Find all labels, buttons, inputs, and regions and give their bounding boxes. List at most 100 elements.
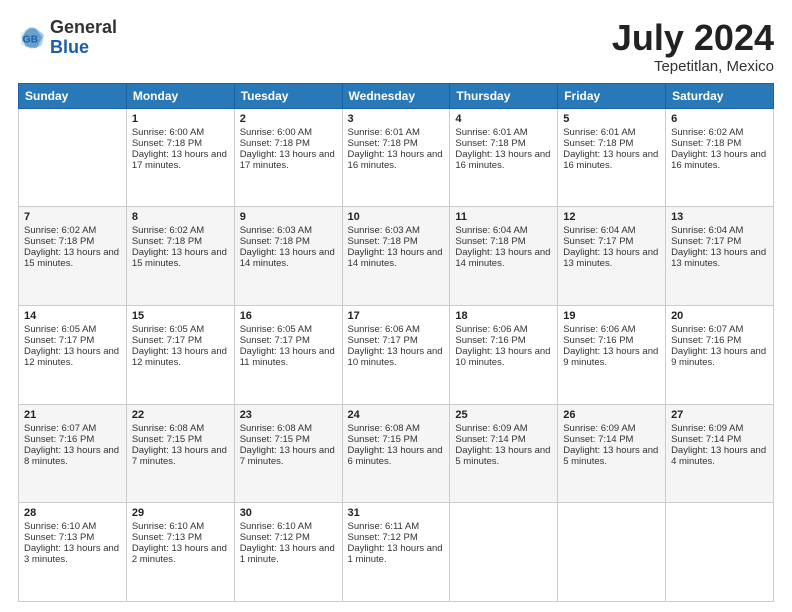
daylight-text: Daylight: 13 hours and 14 minutes. xyxy=(348,247,443,269)
calendar-cell: 14 Sunrise: 6:05 AM Sunset: 7:17 PM Dayl… xyxy=(19,305,127,404)
daylight-text: Daylight: 13 hours and 5 minutes. xyxy=(563,445,658,467)
calendar-cell xyxy=(558,503,666,602)
sunrise-text: Sunrise: 6:00 AM xyxy=(132,127,204,138)
calendar-week-row: 28 Sunrise: 6:10 AM Sunset: 7:13 PM Dayl… xyxy=(19,503,774,602)
sunset-text: Sunset: 7:15 PM xyxy=(240,434,310,445)
sunrise-text: Sunrise: 6:10 AM xyxy=(240,521,312,532)
calendar-week-row: 21 Sunrise: 6:07 AM Sunset: 7:16 PM Dayl… xyxy=(19,404,774,503)
sunrise-text: Sunrise: 6:05 AM xyxy=(240,324,312,335)
sunset-text: Sunset: 7:17 PM xyxy=(671,236,741,247)
calendar-cell: 4 Sunrise: 6:01 AM Sunset: 7:18 PM Dayli… xyxy=(450,108,558,207)
calendar-cell xyxy=(450,503,558,602)
weekday-header: Monday xyxy=(126,83,234,108)
daylight-text: Daylight: 13 hours and 9 minutes. xyxy=(671,346,766,368)
day-number: 8 xyxy=(132,211,229,223)
sunset-text: Sunset: 7:17 PM xyxy=(240,335,310,346)
calendar-cell: 7 Sunrise: 6:02 AM Sunset: 7:18 PM Dayli… xyxy=(19,207,127,306)
sunrise-text: Sunrise: 6:05 AM xyxy=(24,324,96,335)
day-number: 17 xyxy=(348,310,445,322)
sunset-text: Sunset: 7:16 PM xyxy=(671,335,741,346)
sunset-text: Sunset: 7:18 PM xyxy=(455,138,525,149)
month-title: July 2024 xyxy=(612,18,774,58)
calendar-cell: 8 Sunrise: 6:02 AM Sunset: 7:18 PM Dayli… xyxy=(126,207,234,306)
calendar-cell: 21 Sunrise: 6:07 AM Sunset: 7:16 PM Dayl… xyxy=(19,404,127,503)
location: Tepetitlan, Mexico xyxy=(612,58,774,75)
sunset-text: Sunset: 7:18 PM xyxy=(348,236,418,247)
calendar-cell: 5 Sunrise: 6:01 AM Sunset: 7:18 PM Dayli… xyxy=(558,108,666,207)
day-number: 5 xyxy=(563,113,660,125)
daylight-text: Daylight: 13 hours and 9 minutes. xyxy=(563,346,658,368)
daylight-text: Daylight: 13 hours and 17 minutes. xyxy=(132,149,227,171)
weekday-header: Sunday xyxy=(19,83,127,108)
sunrise-text: Sunrise: 6:07 AM xyxy=(671,324,743,335)
day-number: 14 xyxy=(24,310,121,322)
daylight-text: Daylight: 13 hours and 7 minutes. xyxy=(240,445,335,467)
title-block: July 2024 Tepetitlan, Mexico xyxy=(612,18,774,75)
day-number: 18 xyxy=(455,310,552,322)
day-number: 2 xyxy=(240,113,337,125)
calendar-cell: 13 Sunrise: 6:04 AM Sunset: 7:17 PM Dayl… xyxy=(666,207,774,306)
day-number: 19 xyxy=(563,310,660,322)
sunrise-text: Sunrise: 6:04 AM xyxy=(563,225,635,236)
daylight-text: Daylight: 13 hours and 16 minutes. xyxy=(671,149,766,171)
day-number: 10 xyxy=(348,211,445,223)
page: GB General Blue July 2024 Tepetitlan, Me… xyxy=(0,0,792,612)
sunset-text: Sunset: 7:18 PM xyxy=(348,138,418,149)
calendar-cell: 17 Sunrise: 6:06 AM Sunset: 7:17 PM Dayl… xyxy=(342,305,450,404)
day-number: 21 xyxy=(24,409,121,421)
sunrise-text: Sunrise: 6:08 AM xyxy=(132,423,204,434)
calendar-cell: 15 Sunrise: 6:05 AM Sunset: 7:17 PM Dayl… xyxy=(126,305,234,404)
sunrise-text: Sunrise: 6:06 AM xyxy=(455,324,527,335)
daylight-text: Daylight: 13 hours and 16 minutes. xyxy=(455,149,550,171)
sunrise-text: Sunrise: 6:04 AM xyxy=(455,225,527,236)
daylight-text: Daylight: 13 hours and 1 minute. xyxy=(240,543,335,565)
daylight-text: Daylight: 13 hours and 11 minutes. xyxy=(240,346,335,368)
calendar-cell: 27 Sunrise: 6:09 AM Sunset: 7:14 PM Dayl… xyxy=(666,404,774,503)
calendar-cell: 6 Sunrise: 6:02 AM Sunset: 7:18 PM Dayli… xyxy=(666,108,774,207)
daylight-text: Daylight: 13 hours and 12 minutes. xyxy=(132,346,227,368)
calendar-week-row: 1 Sunrise: 6:00 AM Sunset: 7:18 PM Dayli… xyxy=(19,108,774,207)
sunset-text: Sunset: 7:12 PM xyxy=(240,532,310,543)
logo-icon: GB xyxy=(18,24,46,52)
sunrise-text: Sunrise: 6:09 AM xyxy=(563,423,635,434)
calendar-cell: 22 Sunrise: 6:08 AM Sunset: 7:15 PM Dayl… xyxy=(126,404,234,503)
logo-text: General Blue xyxy=(50,18,117,58)
sunset-text: Sunset: 7:17 PM xyxy=(132,335,202,346)
day-number: 22 xyxy=(132,409,229,421)
calendar-cell xyxy=(19,108,127,207)
sunrise-text: Sunrise: 6:09 AM xyxy=(455,423,527,434)
daylight-text: Daylight: 13 hours and 17 minutes. xyxy=(240,149,335,171)
daylight-text: Daylight: 13 hours and 13 minutes. xyxy=(563,247,658,269)
sunset-text: Sunset: 7:12 PM xyxy=(348,532,418,543)
daylight-text: Daylight: 13 hours and 13 minutes. xyxy=(671,247,766,269)
calendar-table: SundayMondayTuesdayWednesdayThursdayFrid… xyxy=(18,83,774,602)
calendar-cell: 31 Sunrise: 6:11 AM Sunset: 7:12 PM Dayl… xyxy=(342,503,450,602)
calendar-cell: 2 Sunrise: 6:00 AM Sunset: 7:18 PM Dayli… xyxy=(234,108,342,207)
day-number: 27 xyxy=(671,409,768,421)
sunrise-text: Sunrise: 6:03 AM xyxy=(348,225,420,236)
daylight-text: Daylight: 13 hours and 8 minutes. xyxy=(24,445,119,467)
calendar-week-row: 14 Sunrise: 6:05 AM Sunset: 7:17 PM Dayl… xyxy=(19,305,774,404)
day-number: 6 xyxy=(671,113,768,125)
daylight-text: Daylight: 13 hours and 6 minutes. xyxy=(348,445,443,467)
calendar-cell: 23 Sunrise: 6:08 AM Sunset: 7:15 PM Dayl… xyxy=(234,404,342,503)
daylight-text: Daylight: 13 hours and 16 minutes. xyxy=(348,149,443,171)
day-number: 24 xyxy=(348,409,445,421)
calendar-cell: 18 Sunrise: 6:06 AM Sunset: 7:16 PM Dayl… xyxy=(450,305,558,404)
sunrise-text: Sunrise: 6:06 AM xyxy=(563,324,635,335)
sunset-text: Sunset: 7:13 PM xyxy=(24,532,94,543)
day-number: 15 xyxy=(132,310,229,322)
sunset-text: Sunset: 7:18 PM xyxy=(563,138,633,149)
sunrise-text: Sunrise: 6:01 AM xyxy=(348,127,420,138)
day-number: 23 xyxy=(240,409,337,421)
daylight-text: Daylight: 13 hours and 10 minutes. xyxy=(348,346,443,368)
sunset-text: Sunset: 7:18 PM xyxy=(132,138,202,149)
calendar-cell: 11 Sunrise: 6:04 AM Sunset: 7:18 PM Dayl… xyxy=(450,207,558,306)
sunset-text: Sunset: 7:16 PM xyxy=(24,434,94,445)
weekday-header: Thursday xyxy=(450,83,558,108)
calendar-cell: 19 Sunrise: 6:06 AM Sunset: 7:16 PM Dayl… xyxy=(558,305,666,404)
sunset-text: Sunset: 7:18 PM xyxy=(24,236,94,247)
day-number: 11 xyxy=(455,211,552,223)
sunrise-text: Sunrise: 6:10 AM xyxy=(132,521,204,532)
calendar-cell: 26 Sunrise: 6:09 AM Sunset: 7:14 PM Dayl… xyxy=(558,404,666,503)
